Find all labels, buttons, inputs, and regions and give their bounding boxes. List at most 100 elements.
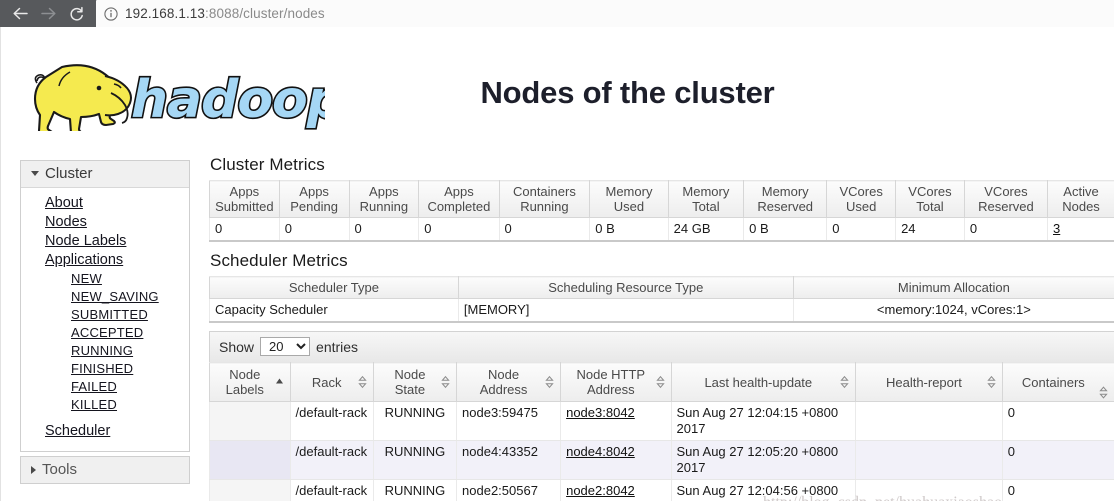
- val-apps-submitted: 0: [209, 217, 280, 242]
- col-apps-completed: Apps Completed: [418, 180, 500, 218]
- sort-both-icon: [655, 375, 665, 389]
- forward-button[interactable]: [34, 2, 62, 26]
- cell-node-address: node2:50567: [456, 479, 562, 501]
- col-rack[interactable]: Rack: [289, 362, 374, 402]
- col-scheduler-type: Scheduler Type: [209, 276, 459, 299]
- sidebar-item-nodes[interactable]: Nodes: [21, 213, 189, 232]
- cell-last-health-update: Sun Aug 27 12:05:20 +0800 2017: [670, 440, 857, 480]
- col-node-http-address[interactable]: Node HTTP Address: [560, 362, 672, 402]
- cluster-panel-body: About Nodes Node Labels Applications NEW…: [21, 188, 189, 451]
- col-node-labels-label: Node Labels: [225, 367, 264, 397]
- sort-both-icon: [840, 375, 849, 389]
- cell-health-report: [855, 401, 1003, 441]
- address-bar[interactable]: 192.168.1.13:8088/cluster/nodes: [96, 0, 1114, 27]
- val-vcores-used: 0: [826, 217, 897, 242]
- sidebar-item-finished[interactable]: FINISHED: [21, 360, 189, 378]
- col-apps-pending: Apps Pending: [278, 180, 350, 218]
- info-circle-icon[interactable]: [104, 6, 118, 21]
- cell-node-labels: [209, 440, 291, 480]
- cluster-metrics-header-row: Apps Submitted Apps Pending Apps Running…: [209, 180, 1114, 218]
- scheduler-metrics-header-row: Scheduler Type Scheduling Resource Type …: [209, 276, 1114, 299]
- entries-per-page-select[interactable]: 20406080100: [260, 337, 311, 356]
- caret-right-icon: [31, 465, 36, 474]
- cell-node-labels: [209, 479, 291, 501]
- col-health-report[interactable]: Health-report: [855, 362, 1003, 402]
- cell-node-http-address-link[interactable]: node2:8042: [566, 483, 635, 498]
- table-row[interactable]: /default-rack RUNNING node4:43352 node4:…: [209, 440, 1114, 480]
- col-vcores-reserved: VCores Reserved: [963, 180, 1049, 218]
- sidebar-item-new[interactable]: NEW: [21, 270, 189, 288]
- sidebar-item-applications[interactable]: Applications: [21, 251, 189, 270]
- col-last-health-update[interactable]: Last health-update: [670, 362, 857, 402]
- sort-both-icon: [441, 375, 450, 389]
- cluster-metrics-value-row: 0 0 0 0 0 0 B 24 GB 0 B 0 24 0 3: [209, 217, 1114, 242]
- cell-rack: /default-rack: [289, 401, 374, 441]
- val-apps-pending: 0: [278, 217, 350, 242]
- col-last-health-update-label: Last health-update: [704, 374, 813, 390]
- scheduler-metrics-table: Scheduler Type Scheduling Resource Type …: [209, 276, 1114, 323]
- cell-containers: 0: [1001, 440, 1114, 480]
- cell-rack: /default-rack: [289, 440, 374, 480]
- cluster-panel: Cluster About Nodes Node Labels Applicat…: [20, 160, 190, 452]
- cell-containers: 0: [1001, 479, 1114, 501]
- cell-rack: /default-rack: [289, 479, 374, 501]
- col-memory-total: Memory Total: [667, 180, 745, 218]
- col-scheduling-resource-type: Scheduling Resource Type: [457, 276, 794, 299]
- show-label: Show: [219, 338, 255, 355]
- site-header: hadoop Nodes of the cluster: [1, 27, 1114, 138]
- sidebar-item-running[interactable]: RUNNING: [21, 342, 189, 360]
- cell-node-labels: [209, 401, 291, 441]
- nodes-table-header-row: Node Labels Rack Node State Node Address…: [209, 362, 1114, 402]
- reload-button[interactable]: [62, 2, 90, 26]
- col-rack-label: Rack: [311, 374, 342, 390]
- sidebar-item-submitted[interactable]: SUBMITTED: [21, 306, 189, 324]
- sidebar-item-new-saving[interactable]: NEW_SAVING: [21, 288, 189, 306]
- sidebar-item-failed[interactable]: FAILED: [21, 378, 189, 396]
- sidebar-item-node-labels[interactable]: Node Labels: [21, 232, 189, 251]
- col-health-report-label: Health-report: [885, 374, 962, 390]
- browser-toolbar: 192.168.1.13:8088/cluster/nodes: [0, 0, 1114, 27]
- scheduler-metrics-value-row: Capacity Scheduler [MEMORY] <memory:1024…: [209, 298, 1114, 323]
- table-row[interactable]: /default-rack RUNNING node2:50567 node2:…: [209, 479, 1114, 501]
- cell-health-report: [855, 479, 1003, 501]
- val-active-nodes-link[interactable]: 3: [1053, 221, 1060, 236]
- url-path: :8088/cluster/nodes: [205, 6, 325, 21]
- col-apps-submitted: Apps Submitted: [209, 180, 280, 218]
- col-memory-used: Memory Used: [589, 180, 669, 218]
- col-node-state[interactable]: Node State: [372, 362, 458, 402]
- val-memory-total: 24 GB: [667, 217, 745, 242]
- val-containers-running: 0: [498, 217, 591, 242]
- col-node-address[interactable]: Node Address: [456, 362, 562, 402]
- col-active-nodes: Active Nodes: [1047, 180, 1114, 218]
- table-row[interactable]: /default-rack RUNNING node3:59475 node3:…: [209, 401, 1114, 441]
- sidebar-item-about[interactable]: About: [21, 194, 189, 213]
- val-vcores-reserved: 0: [963, 217, 1049, 242]
- cell-node-address: node4:43352: [456, 440, 562, 480]
- sidebar-item-killed[interactable]: KILLED: [21, 396, 189, 414]
- cluster-metrics-table: Apps Submitted Apps Pending Apps Running…: [209, 180, 1114, 242]
- sidebar-item-accepted[interactable]: ACCEPTED: [21, 324, 189, 342]
- url-text: 192.168.1.13:8088/cluster/nodes: [125, 6, 325, 21]
- cluster-panel-header[interactable]: Cluster: [21, 161, 189, 188]
- col-apps-running: Apps Running: [348, 180, 420, 218]
- page-body: hadoop Nodes of the cluster Cluster Abou…: [0, 27, 1114, 501]
- sidebar: Cluster About Nodes Node Labels Applicat…: [20, 160, 190, 484]
- sort-both-icon: [987, 375, 996, 389]
- page-title: Nodes of the cluster: [480, 75, 775, 110]
- col-node-labels[interactable]: Node Labels: [209, 362, 291, 402]
- main-content: Cluster Metrics Apps Submitted Apps Pend…: [209, 155, 1114, 501]
- col-containers[interactable]: Containers: [1001, 362, 1114, 402]
- cell-node-address: node3:59475: [456, 401, 562, 441]
- sidebar-item-scheduler[interactable]: Scheduler: [21, 422, 189, 441]
- cell-node-http-address-link[interactable]: node3:8042: [566, 405, 635, 420]
- back-button[interactable]: [6, 2, 34, 26]
- tools-panel-header[interactable]: Tools: [20, 456, 190, 484]
- sort-both-icon: [1099, 386, 1108, 399]
- cell-node-http-address-link[interactable]: node4:8042: [566, 444, 635, 459]
- col-vcores-total: VCores Total: [895, 180, 965, 218]
- tools-panel-title: Tools: [42, 461, 78, 478]
- cell-node-state: RUNNING: [372, 401, 458, 441]
- val-vcores-total: 24: [895, 217, 965, 242]
- sort-asc-icon: [275, 376, 284, 389]
- sort-both-icon: [545, 375, 554, 389]
